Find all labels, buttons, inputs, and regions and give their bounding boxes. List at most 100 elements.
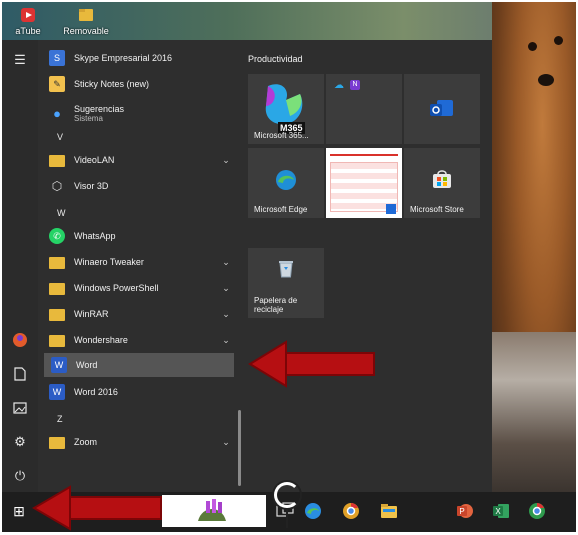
tile-office-group[interactable]: ☁ N (326, 74, 402, 144)
list-item-word-2016[interactable]: W Word 2016 (42, 380, 234, 404)
lavender-thumbnail-icon (198, 499, 226, 521)
desktop-screen: aTube Removable ☰ ⚙ ⏻ S Skype Empresaria… (2, 2, 576, 532)
taskbar-chrome-2-icon[interactable] (526, 500, 548, 522)
chevron-down-icon[interactable]: ⌄ (218, 335, 234, 346)
tile-recycle-bin[interactable]: Papelera de reciclaje (248, 248, 324, 318)
user-avatar-icon (13, 333, 27, 347)
desktop-icon-atube[interactable]: aTube (2, 6, 56, 36)
powerpoint-glyph: P (457, 504, 473, 518)
chevron-down-icon[interactable]: ⌄ (218, 155, 234, 166)
taskbar-excel-icon[interactable]: X (490, 500, 512, 522)
letter-header-w[interactable]: W (57, 208, 66, 218)
chrome-glyph (529, 503, 545, 519)
recycle-bin-icon (279, 261, 293, 278)
chrome-glyph (343, 503, 359, 519)
calendar-app-icon (386, 204, 396, 214)
excel-glyph: X (493, 504, 509, 518)
app-label: Winaero Tweaker (74, 257, 144, 267)
list-item-winrar[interactable]: WinRAR ⌄ (42, 302, 234, 326)
tile-group-title: Productividad (248, 54, 303, 64)
list-item-sugerencias[interactable]: ● Sugerencias Sistema (42, 98, 234, 128)
taskbar-powerpoint-icon[interactable]: P (454, 500, 476, 522)
pictures-glyph (13, 402, 27, 414)
app-list-scrollbar[interactable] (238, 410, 241, 486)
folder-icon (49, 437, 65, 449)
desktop-icon-removable[interactable]: Removable (58, 6, 114, 36)
red-arrow-head-start (32, 485, 71, 531)
file-explorer-glyph (381, 504, 397, 518)
list-item-windows-powershell[interactable]: Windows PowerShell ⌄ (42, 276, 234, 300)
app-label: WinRAR (74, 309, 109, 319)
cursor-pointer-line (286, 510, 288, 528)
wallpaper-rocks (492, 332, 576, 492)
edge-icon (276, 170, 296, 190)
tile-microsoft-edge[interactable]: Microsoft Edge (248, 148, 324, 218)
bear-nose (538, 74, 554, 86)
document-glyph (14, 367, 26, 381)
user-avatar[interactable] (8, 328, 32, 352)
list-item-videolan[interactable]: VideoLAN ⌄ (42, 148, 234, 172)
tile-outlook[interactable] (404, 74, 480, 144)
red-arrow-shaft-word (285, 352, 375, 376)
tile-label: Microsoft Store (410, 204, 464, 214)
onedrive-icon: ☁ (334, 80, 344, 91)
red-arrow-head-word (248, 340, 287, 388)
power-icon[interactable]: ⏻ (8, 464, 32, 488)
whatsapp-icon: ✆ (49, 228, 65, 244)
skype-business-icon: S (49, 50, 65, 66)
tile-label: Microsoft 365... (254, 130, 309, 140)
list-item-zoom[interactable]: Zoom ⌄ (42, 430, 234, 454)
list-item-winaero-tweaker[interactable]: Winaero Tweaker ⌄ (42, 250, 234, 274)
list-item-whatsapp[interactable]: ✆ WhatsApp (42, 224, 234, 248)
chevron-down-icon[interactable]: ⌄ (218, 309, 234, 320)
letter-header-z[interactable]: Z (57, 414, 63, 424)
taskbar-search-thumbnail[interactable] (162, 495, 266, 527)
taskbar-file-explorer-icon[interactable] (378, 500, 400, 522)
red-arrow-shaft-start (68, 496, 162, 520)
svg-text:X: X (495, 507, 501, 516)
list-item-word[interactable]: W Word (44, 353, 234, 377)
folder-icon (49, 283, 65, 295)
folder-icon (49, 155, 65, 167)
letter-header-v[interactable]: V (57, 132, 63, 142)
tile-label: Papelera de reciclaje (254, 295, 298, 314)
outlook-icon (430, 100, 453, 116)
start-button[interactable]: ⊞ (8, 500, 30, 522)
app-label: Word 2016 (74, 387, 118, 397)
app-label: VideoLAN (74, 155, 115, 165)
app-label: Visor 3D (74, 181, 109, 191)
atube-icon (21, 8, 35, 22)
app-label: Zoom (74, 437, 98, 447)
tile-m365[interactable]: M365 Microsoft 365... (248, 74, 324, 144)
edge-glyph (305, 503, 321, 519)
app-sublabel: Sistema (74, 113, 103, 123)
chevron-down-icon[interactable]: ⌄ (218, 257, 234, 268)
app-label: Sticky Notes (new) (74, 79, 150, 89)
app-label: Wondershare (74, 335, 128, 345)
folder-icon (49, 309, 65, 321)
calendar-preview-bar (330, 154, 398, 156)
settings-gear-icon[interactable]: ⚙ (8, 430, 32, 454)
list-item-wondershare[interactable]: Wondershare ⌄ (42, 328, 234, 352)
folder-icon (49, 257, 65, 269)
pictures-icon[interactable] (8, 396, 32, 420)
app-label: Windows PowerShell (74, 283, 159, 293)
tile-microsoft-store[interactable]: Microsoft Store (404, 148, 480, 218)
documents-icon[interactable] (8, 362, 32, 386)
list-item-skype-empresarial[interactable]: S Skype Empresarial 2016 (42, 46, 234, 70)
list-item-visor-3d[interactable]: ⬡ Visor 3D (42, 174, 234, 198)
hamburger-icon[interactable]: ☰ (8, 48, 32, 72)
3d-viewer-icon: ⬡ (51, 179, 63, 193)
bear-eye (554, 36, 563, 45)
app-list: S Skype Empresarial 2016 ✎ Sticky Notes … (42, 40, 241, 492)
list-item-sticky-notes[interactable]: ✎ Sticky Notes (new) (42, 72, 234, 96)
word-icon: W (51, 357, 67, 373)
taskbar-edge-icon[interactable] (302, 500, 324, 522)
tile-calendar-preview[interactable] (326, 148, 402, 218)
app-label: Sugerencias (74, 103, 125, 114)
chevron-down-icon[interactable]: ⌄ (218, 283, 234, 294)
desktop-icon-label: Removable (63, 26, 109, 36)
start-left-rail: ☰ ⚙ ⏻ (2, 40, 38, 492)
taskbar-chrome-icon[interactable] (340, 500, 362, 522)
chevron-down-icon[interactable]: ⌄ (218, 437, 234, 448)
